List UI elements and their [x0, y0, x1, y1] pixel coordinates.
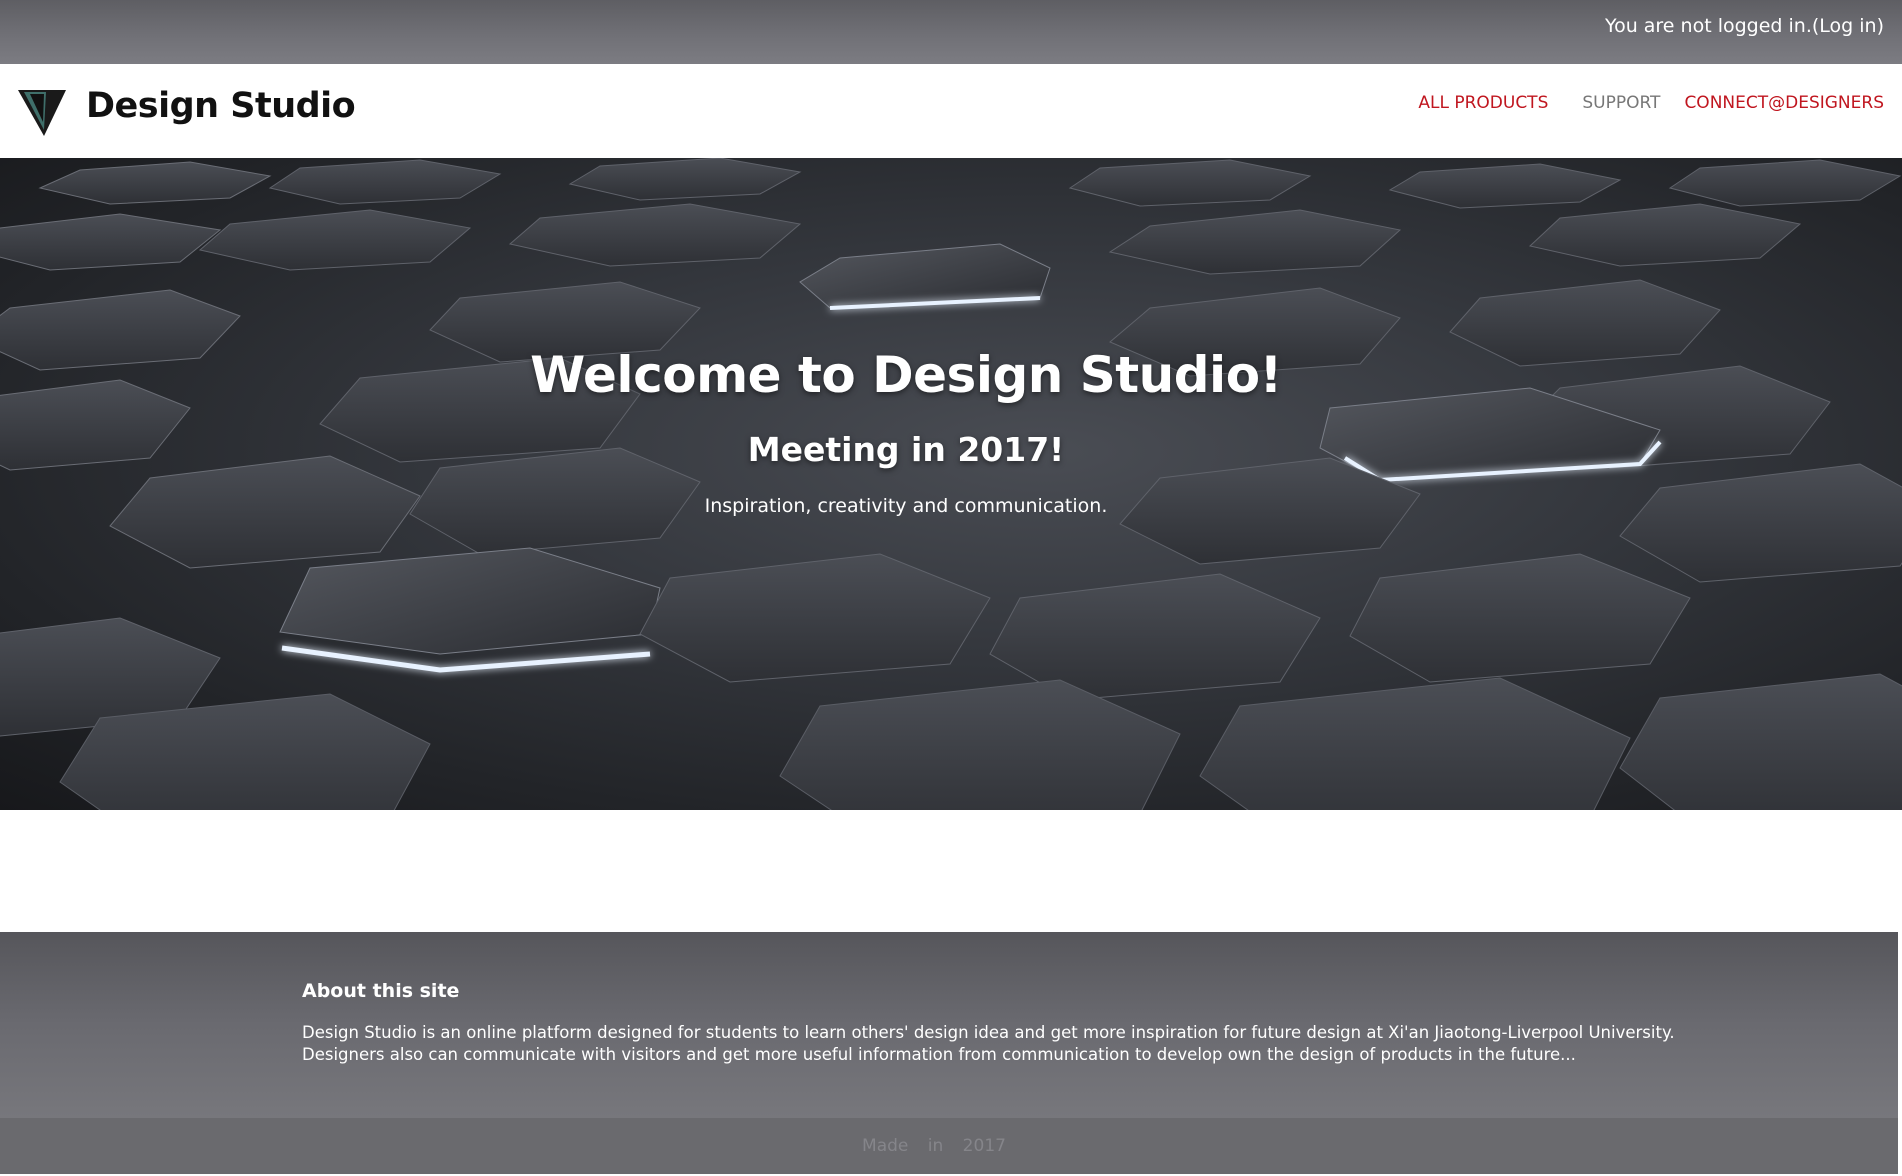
about-section: About this site Design Studio is an onli… [0, 932, 1898, 1118]
main-nav: ALL PRODUCTS SUPPORT CONNECT@DESIGNERS [1418, 93, 1884, 113]
about-heading: About this site [302, 980, 460, 1002]
site-footer: Made in 2017 [0, 1118, 1898, 1174]
footer-text: Made in 2017 [862, 1136, 1006, 1156]
login-link[interactable]: (Log in) [1812, 15, 1884, 37]
login-status: You are not logged in.(Log in) [1605, 15, 1884, 37]
nav-connect-designers[interactable]: CONNECT@DESIGNERS [1684, 93, 1884, 113]
hero-subtitle: Meeting in 2017! [747, 430, 1065, 469]
hero-banner: Welcome to Design Studio! Meeting in 201… [0, 158, 1902, 810]
login-bar: You are not logged in.(Log in) [0, 0, 1902, 64]
hero-title: Welcome to Design Studio! [530, 346, 1282, 404]
login-status-text: You are not logged in. [1604, 15, 1812, 37]
hexagon-background-image [0, 158, 1902, 810]
nav-support[interactable]: SUPPORT [1582, 93, 1660, 113]
about-text: Design Studio is an online platform desi… [302, 1023, 1675, 1064]
site-header: Design Studio ALL PRODUCTS SUPPORT CONNE… [0, 64, 1902, 158]
nav-all-products[interactable]: ALL PRODUCTS [1418, 93, 1548, 113]
site-title[interactable]: Design Studio [86, 86, 356, 126]
hero-tagline: Inspiration, creativity and communicatio… [704, 495, 1108, 517]
triangle-logo-icon[interactable] [18, 86, 66, 136]
